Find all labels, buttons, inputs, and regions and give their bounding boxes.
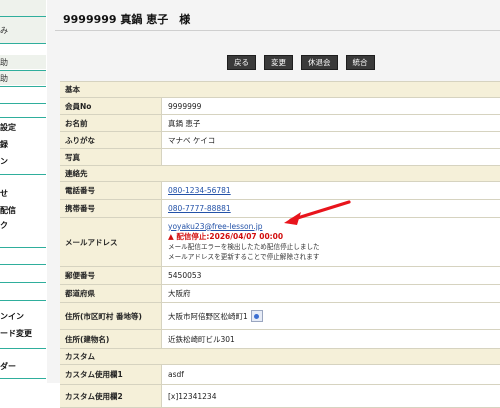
annotation-arrow xyxy=(284,200,351,225)
sidebar-item-8[interactable]: せ xyxy=(0,187,46,199)
divider xyxy=(0,103,46,104)
sidebar-item-10[interactable]: ク xyxy=(0,219,46,231)
divider xyxy=(0,348,46,349)
divider xyxy=(0,300,46,301)
sidebar-item-7[interactable]: ン xyxy=(0,155,46,167)
sidebar-item-5[interactable]: 設定 xyxy=(0,121,46,133)
divider xyxy=(0,378,46,379)
divider xyxy=(0,117,46,118)
divider xyxy=(0,247,46,248)
sidebar-item-11[interactable]: ンイン xyxy=(0,310,46,322)
sidebar-item-9[interactable]: 配信 xyxy=(0,204,46,216)
sidebar: み 助 助 設定 録 ン せ 配信 ク ンイン ード変更 ダー xyxy=(0,0,48,383)
row-custom2: カスタム使用欄2 [x]12341234 xyxy=(60,385,500,408)
sidebar-item-6[interactable]: 録 xyxy=(0,138,46,150)
custom2-value: [x]12341234 xyxy=(168,391,217,401)
divider xyxy=(0,86,46,87)
sidebar-item-13[interactable]: ダー xyxy=(0,360,46,372)
sidebar-item-4[interactable]: 助 xyxy=(0,71,46,85)
sidebar-item-3[interactable]: 助 xyxy=(0,55,46,69)
custom2-label: カスタム使用欄2 xyxy=(60,385,162,407)
divider xyxy=(0,282,46,283)
main-panel: 9999999 真鍋 恵子 様 戻る 変更 休退会 統合 基本 会員No 999… xyxy=(47,0,500,408)
divider xyxy=(0,264,46,265)
divider xyxy=(0,43,46,44)
divider xyxy=(0,174,46,175)
sidebar-item-0[interactable] xyxy=(0,0,46,16)
sidebar-item-12[interactable]: ード変更 xyxy=(0,327,46,339)
sidebar-item-1[interactable]: み xyxy=(0,17,46,43)
